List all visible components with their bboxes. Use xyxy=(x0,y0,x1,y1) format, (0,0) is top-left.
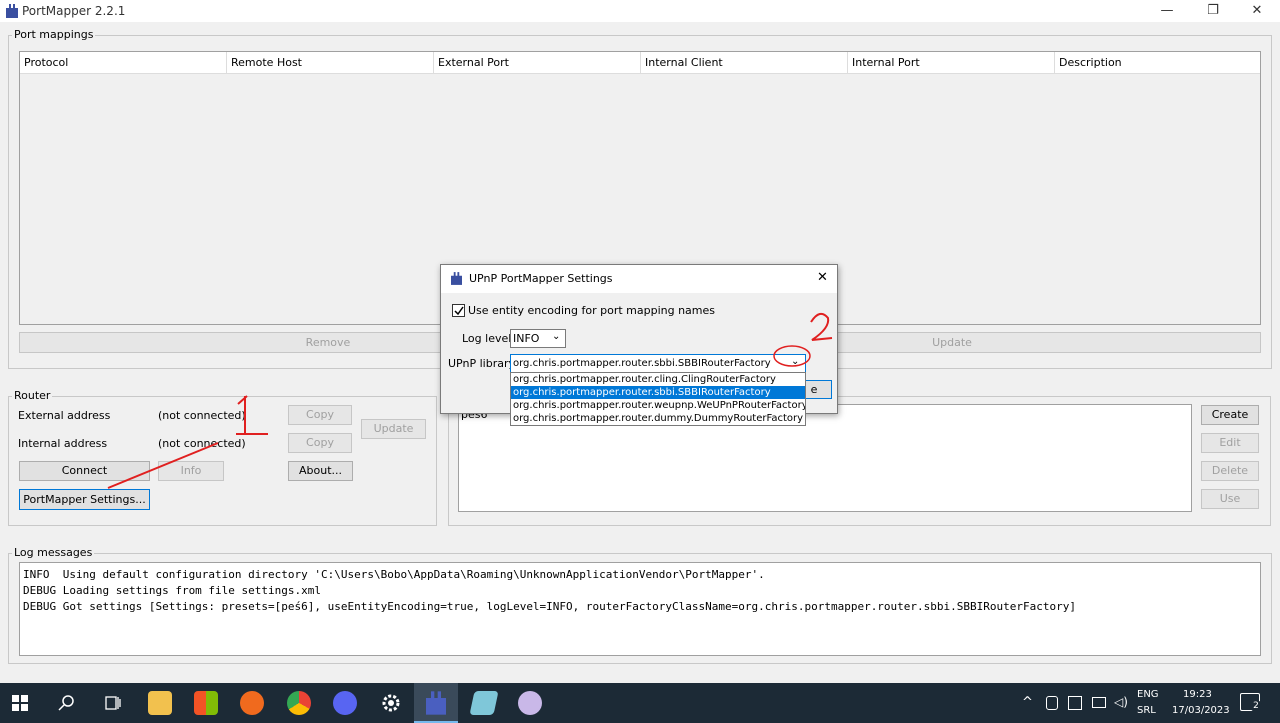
create-preset-button[interactable]: Create xyxy=(1201,405,1259,425)
window-titlebar[interactable]: PortMapper 2.2.1 — ❐ ✕ xyxy=(0,0,1280,22)
upnp-library-value: org.chris.portmapper.router.sbbi.SBBIRou… xyxy=(513,358,771,369)
language-indicator[interactable]: ENG xyxy=(1137,689,1159,700)
paint-icon[interactable] xyxy=(518,691,542,715)
router-label: Router xyxy=(12,389,53,402)
option-weupnp[interactable]: org.chris.portmapper.router.weupnp.WeUPn… xyxy=(511,399,805,412)
dialog-close-icon[interactable]: ✕ xyxy=(817,270,828,285)
task-view-icon[interactable] xyxy=(104,694,122,712)
upnp-library-label: UPnP library xyxy=(448,357,515,370)
info-button[interactable]: Info xyxy=(158,461,224,481)
battery-icon[interactable] xyxy=(1092,697,1106,708)
column-header-external-port[interactable]: External Port xyxy=(434,52,641,74)
windows-start-icon[interactable] xyxy=(12,695,28,711)
update-router-button[interactable]: Update xyxy=(361,419,426,439)
discord-icon[interactable] xyxy=(333,691,357,715)
copy-internal-button[interactable]: Copy xyxy=(288,433,352,453)
portmapper-settings-button[interactable]: PortMapper Settings... xyxy=(19,489,150,510)
log-line: DEBUG Loading settings from file setting… xyxy=(23,584,322,597)
upnp-library-select[interactable]: org.chris.portmapper.router.sbbi.SBBIRou… xyxy=(510,354,806,373)
connect-button[interactable]: Connect xyxy=(19,461,150,481)
dialog-titlebar[interactable]: UPnP PortMapper Settings ✕ xyxy=(441,265,837,293)
log-level-select[interactable]: INFO ⌄ xyxy=(510,329,566,348)
upnp-library-options[interactable]: org.chris.portmapper.router.cling.ClingR… xyxy=(510,372,806,426)
meet-now-icon[interactable] xyxy=(1046,696,1058,710)
table-header: Protocol Remote Host External Port Inter… xyxy=(20,52,1260,74)
about-button[interactable]: About... xyxy=(288,461,353,481)
portmapper-dialog-icon xyxy=(451,272,462,285)
checkmark-icon xyxy=(454,306,464,316)
tray-chevron-up-icon[interactable]: ^ xyxy=(1022,695,1033,710)
port-mappings-label: Port mappings xyxy=(12,28,96,41)
notification-center-icon[interactable]: 2 xyxy=(1240,693,1262,712)
edit-preset-button[interactable]: Edit xyxy=(1201,433,1259,453)
option-dummy[interactable]: org.chris.portmapper.router.dummy.DummyR… xyxy=(511,412,805,425)
column-header-internal-port[interactable]: Internal Port xyxy=(848,52,1055,74)
delete-preset-button[interactable]: Delete xyxy=(1201,461,1259,481)
search-icon[interactable] xyxy=(58,694,76,712)
option-cling[interactable]: org.chris.portmapper.router.cling.ClingR… xyxy=(511,373,805,386)
copy-external-button[interactable]: Copy xyxy=(288,405,352,425)
portmapper-icon xyxy=(426,691,446,715)
internal-address-value: (not connected) xyxy=(158,437,246,450)
volume-icon[interactable]: ◁) xyxy=(1114,695,1128,709)
column-header-internal-client[interactable]: Internal Client xyxy=(641,52,848,74)
close-window-button[interactable]: ✕ xyxy=(1234,0,1280,22)
network-tray-icon[interactable] xyxy=(1068,696,1082,710)
notification-count: 2 xyxy=(1250,700,1262,712)
portmapper-app-icon xyxy=(6,4,18,18)
log-line: INFO Using default configuration directo… xyxy=(23,568,765,581)
entity-encoding-checkbox[interactable] xyxy=(452,304,465,317)
internal-address-label: Internal address xyxy=(18,437,108,450)
log-line: DEBUG Got settings [Settings: presets=[p… xyxy=(23,600,1076,613)
file-explorer-icon[interactable] xyxy=(148,691,172,715)
use-preset-button[interactable]: Use xyxy=(1201,489,1259,509)
dialog-title: UPnP PortMapper Settings xyxy=(469,272,613,285)
log-messages-label: Log messages xyxy=(12,546,95,559)
entity-encoding-label: Use entity encoding for port mapping nam… xyxy=(468,304,716,317)
chevron-down-icon: ⌄ xyxy=(791,356,800,367)
column-header-protocol[interactable]: Protocol xyxy=(20,52,227,74)
option-sbbi[interactable]: org.chris.portmapper.router.sbbi.SBBIRou… xyxy=(511,386,805,399)
chrome-icon[interactable] xyxy=(287,691,311,715)
store-icon[interactable] xyxy=(194,691,218,715)
taskbar: ^ ◁) ENG SRL 19:23 17/03/2023 2 xyxy=(0,683,1280,723)
settings-icon[interactable] xyxy=(380,692,402,714)
app-icon[interactable] xyxy=(240,691,264,715)
chevron-down-icon: ⌄ xyxy=(552,331,561,342)
clock-date[interactable]: 17/03/2023 xyxy=(1172,705,1230,716)
clock-time[interactable]: 19:23 xyxy=(1183,689,1212,700)
external-address-value: (not connected) xyxy=(158,409,246,422)
log-level-value: INFO xyxy=(513,332,540,345)
column-header-description[interactable]: Description xyxy=(1055,52,1260,74)
log-text-area[interactable]: INFO Using default configuration directo… xyxy=(19,562,1261,656)
portmapper-taskbar-button[interactable] xyxy=(414,683,458,723)
log-level-label: Log level xyxy=(462,332,512,345)
restore-button[interactable]: ❐ xyxy=(1190,0,1236,22)
external-address-label: External address xyxy=(18,409,111,422)
column-header-remote-host[interactable]: Remote Host xyxy=(227,52,434,74)
minimize-button[interactable]: — xyxy=(1144,0,1190,22)
window-title: PortMapper 2.2.1 xyxy=(22,4,126,18)
keyboard-layout-indicator[interactable]: SRL xyxy=(1137,705,1156,716)
notepad-icon[interactable] xyxy=(469,691,499,715)
